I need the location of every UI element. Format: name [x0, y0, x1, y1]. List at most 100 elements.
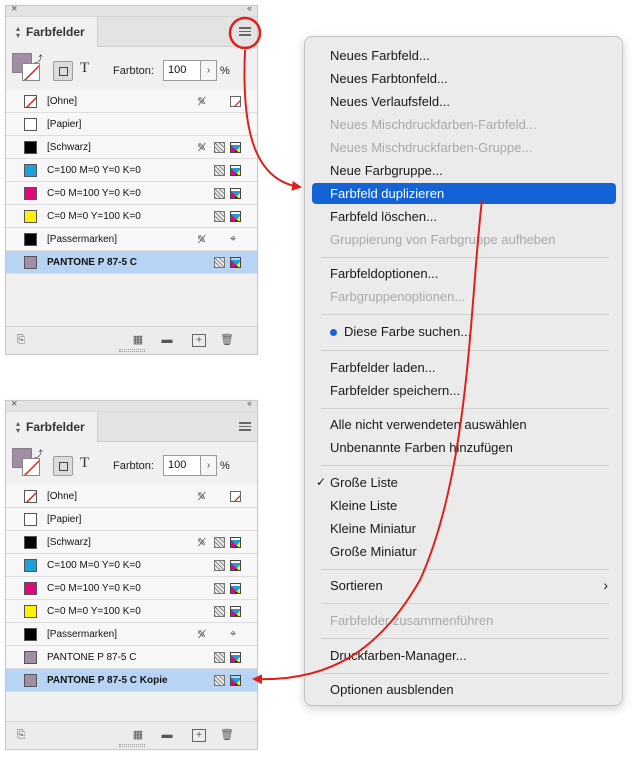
swatch-view-icon[interactable]: ▦ — [131, 729, 145, 742]
swatch-row[interactable]: [Schwarz] ✎̸ — [6, 531, 257, 554]
swatch-name: C=0 M=100 Y=0 K=0 — [47, 188, 141, 199]
swap-icon[interactable]: ⤴ — [34, 447, 43, 460]
fill-stroke-selector[interactable]: ⤴ — [12, 447, 43, 478]
swatch-row[interactable]: C=100 M=0 Y=0 K=0 — [6, 554, 257, 577]
swatch-row[interactable]: [Schwarz] ✎̸ — [6, 136, 257, 159]
tint-stepper-button[interactable]: › — [201, 455, 217, 476]
new-swatch-icon[interactable]: + — [192, 334, 206, 347]
menu-item-unbenannte-farben-hinzufuegen[interactable]: Unbenannte Farben hinzufügen — [312, 437, 616, 458]
swatch-chip — [24, 141, 37, 154]
formatting-text-button[interactable]: T — [80, 455, 89, 472]
tab-label: Farbfelder — [26, 25, 85, 39]
swatch-name: PANTONE P 87-5 C — [47, 652, 137, 663]
swatch-row[interactable]: [Passermarken] ✎̸ ⌖ — [6, 228, 257, 251]
swatch-controls: ⤴ T Farbton: 100 › % — [6, 47, 257, 89]
collapse-icon[interactable]: ‹‹ — [247, 398, 252, 408]
new-swatch-icon[interactable]: + — [192, 729, 206, 742]
cmyk-icon — [230, 606, 241, 617]
menu-item-optionen-ausblenden[interactable]: Optionen ausblenden — [312, 679, 616, 700]
panel-tabrow: ▴ ▾ Farbfelder — [6, 17, 257, 47]
cc-library-icon[interactable]: ⎘ — [14, 334, 28, 347]
menu-item-gruppierung-aufheben: Gruppierung von Farbgruppe aufheben — [330, 232, 556, 247]
no-edit-icon: ✎̸ — [197, 142, 207, 154]
menu-item-neues-mischdruckfarben-gruppe: Neues Mischdruckfarben-Gruppe... — [330, 140, 533, 155]
swatch-row[interactable]: C=0 M=100 Y=0 K=0 — [6, 182, 257, 205]
folder-icon[interactable]: ▬ — [160, 334, 174, 347]
swatch-chip — [24, 187, 37, 200]
cmyk-icon — [230, 583, 241, 594]
formatting-container-button[interactable] — [53, 61, 73, 81]
tint-label: Farbton: — [113, 460, 154, 472]
swatch-chip — [24, 674, 37, 687]
stroke-swatch[interactable] — [22, 458, 40, 476]
process-icon — [214, 675, 225, 686]
panel-bottom-toolbar: ⎘ ▦ ▬ + 🗑 — [6, 721, 257, 749]
menu-item-neue-farbgruppe[interactable]: Neue Farbgruppe... — [312, 160, 616, 181]
swatch-chip — [24, 118, 37, 131]
process-icon — [214, 142, 225, 153]
tint-input[interactable]: 100 — [163, 455, 201, 476]
trash-icon[interactable]: 🗑 — [220, 729, 234, 742]
menu-item-farbfelder-laden[interactable]: Farbfelder laden... — [312, 357, 616, 378]
tint-stepper-button[interactable]: › — [201, 60, 217, 81]
swatch-name: [Papier] — [47, 514, 82, 525]
swatch-row[interactable]: [Ohne] ✎̸ — [6, 90, 257, 113]
stroke-swatch[interactable] — [22, 63, 40, 81]
menu-item-farbfeld-duplizieren[interactable]: Farbfeld duplizieren — [312, 183, 616, 204]
no-edit-icon: ✎̸ — [197, 491, 207, 503]
cmyk-icon — [230, 165, 241, 176]
swatch-chip — [24, 490, 37, 503]
swatch-chip — [24, 513, 37, 526]
tab-sort-icon: ▴ ▾ — [15, 419, 20, 435]
menu-item-neues-farbtonfeld[interactable]: Neues Farbtonfeld... — [312, 68, 616, 89]
swatch-row[interactable]: PANTONE P 87-5 C — [6, 646, 257, 669]
collapse-icon[interactable]: ‹‹ — [247, 3, 252, 13]
cmyk-icon — [230, 652, 241, 663]
tab-farbfelder[interactable]: ▴ ▾ Farbfelder — [6, 412, 98, 442]
menu-item-kleine-miniatur[interactable]: Kleine Miniatur — [312, 518, 616, 539]
menu-item-neues-verlaufsfeld[interactable]: Neues Verlaufsfeld... — [312, 91, 616, 112]
tint-input[interactable]: 100 — [163, 60, 201, 81]
process-icon — [214, 606, 225, 617]
checkmark-icon: ✓ — [316, 475, 327, 489]
formatting-text-button[interactable]: T — [80, 60, 89, 77]
panel-menu-button[interactable] — [239, 27, 251, 37]
swatch-row[interactable]: PANTONE P 87-5 C — [6, 251, 257, 274]
menu-item-grosse-miniatur[interactable]: Große Miniatur — [312, 541, 616, 562]
menu-item-sortieren[interactable]: Sortieren › — [312, 575, 616, 596]
swatch-chip — [24, 605, 37, 618]
swatch-row[interactable]: PANTONE P 87-5 C Kopie — [6, 669, 257, 692]
close-icon[interactable]: × — [11, 3, 17, 15]
menu-item-neues-farbfeld[interactable]: Neues Farbfeld... — [312, 45, 616, 66]
tab-farbfelder[interactable]: ▴ ▾ Farbfelder — [6, 17, 98, 47]
folder-icon[interactable]: ▬ — [160, 729, 174, 742]
swatch-row[interactable]: [Papier] — [6, 113, 257, 136]
panel-menu-button[interactable] — [239, 422, 251, 432]
swap-icon[interactable]: ⤴ — [34, 52, 43, 65]
swatch-row[interactable]: C=100 M=0 Y=0 K=0 — [6, 159, 257, 182]
swatch-row[interactable]: C=0 M=0 Y=100 K=0 — [6, 600, 257, 623]
resize-grip[interactable] — [119, 744, 145, 747]
swatch-row[interactable]: [Passermarken] ✎̸ ⌖ — [6, 623, 257, 646]
resize-grip[interactable] — [119, 349, 145, 352]
swatch-row[interactable]: [Papier] — [6, 508, 257, 531]
menu-item-farbfeld-loeschen[interactable]: Farbfeld löschen... — [312, 206, 616, 227]
trash-icon[interactable]: 🗑 — [220, 334, 234, 347]
formatting-container-button[interactable] — [53, 456, 73, 476]
swatch-row[interactable]: C=0 M=0 Y=100 K=0 — [6, 205, 257, 228]
fill-stroke-selector[interactable]: ⤴ — [12, 52, 43, 83]
menu-item-farbfelder-speichern[interactable]: Farbfelder speichern... — [312, 380, 616, 401]
menu-item-grosse-liste[interactable]: ✓ Große Liste — [312, 472, 616, 493]
menu-item-farbfeldoptionen[interactable]: Farbfeldoptionen... — [312, 263, 616, 284]
close-icon[interactable]: × — [11, 398, 17, 410]
menu-item-druckfarben-manager[interactable]: Druckfarben-Manager... — [312, 645, 616, 666]
menu-item-diese-farbe-suchen[interactable]: Diese Farbe suchen... — [312, 321, 616, 342]
swatch-row[interactable]: [Ohne] ✎̸ — [6, 485, 257, 508]
cc-library-icon[interactable]: ⎘ — [14, 729, 28, 742]
swatch-name: C=0 M=0 Y=100 K=0 — [47, 606, 141, 617]
swatch-view-icon[interactable]: ▦ — [131, 334, 145, 347]
menu-item-kleine-liste[interactable]: Kleine Liste — [312, 495, 616, 516]
panel-bottom-toolbar: ⎘ ▦ ▬ + 🗑 — [6, 326, 257, 354]
menu-item-alle-nicht-verwendeten-auswaehlen[interactable]: Alle nicht verwendeten auswählen — [312, 414, 616, 435]
swatch-row[interactable]: C=0 M=100 Y=0 K=0 — [6, 577, 257, 600]
